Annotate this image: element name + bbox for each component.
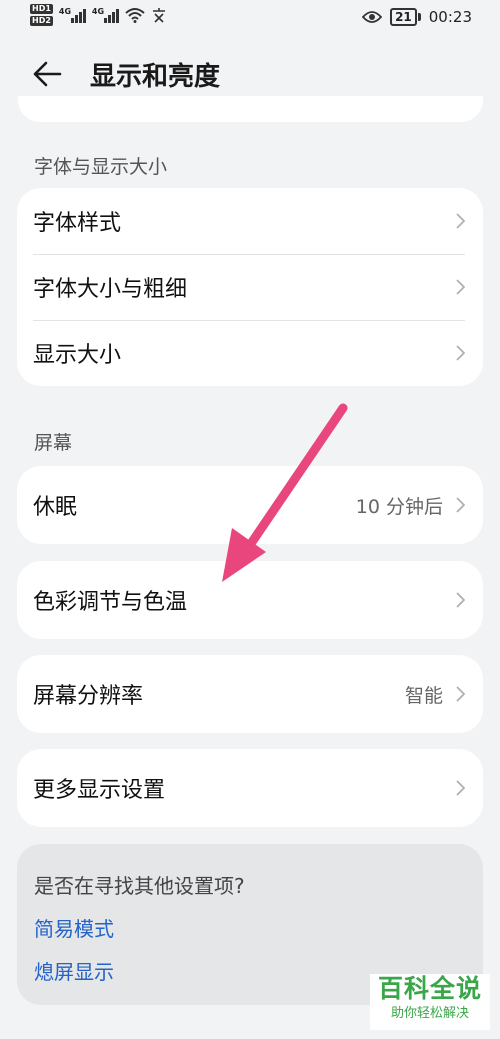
chevron-right-icon [456,592,465,608]
back-arrow-icon [33,61,62,87]
nfc-icon [152,8,165,23]
chevron-right-icon [456,497,465,513]
chevron-right-icon [456,345,465,361]
header: 显示和亮度 [0,50,500,98]
color-card: 色彩调节与色温 [17,561,483,639]
font-style-item[interactable]: 字体样式 [17,188,483,254]
easy-mode-link[interactable]: 简易模式 [34,913,466,942]
more-display-settings-label: 更多显示设置 [33,778,166,803]
network-label-1: 4G [58,7,72,16]
watermark-main: 百科全说 [377,974,482,1003]
suggestion-question: 是否在寻找其他设置项? [34,874,245,898]
resolution-item[interactable]: 屏幕分辨率 智能 [17,655,483,733]
watermark-logo: 百科全说 助你轻松解决 [370,974,490,1030]
section-label-screen: 屏幕 [34,432,73,454]
font-card: 字体样式 字体大小与粗细 显示大小 [17,188,483,386]
sleep-item[interactable]: 休眠 10 分钟后 [17,466,483,544]
page-title: 显示和亮度 [90,62,221,92]
scrolled-card-edge [18,96,483,122]
display-size-item[interactable]: 显示大小 [17,320,483,386]
more-display-settings-item[interactable]: 更多显示设置 [17,749,483,827]
signal-icon-2: 4G [92,7,119,23]
network-label-2: 4G [91,7,105,16]
section-label-font: 字体与显示大小 [34,156,168,178]
more-display-card: 更多显示设置 [17,749,483,827]
status-bar: HD1 HD2 4G 4G 21 00:23 [0,0,500,36]
font-style-label: 字体样式 [33,211,122,236]
clock: 00:23 [428,8,472,26]
color-temperature-label: 色彩调节与色温 [33,590,188,615]
chevron-right-icon [456,279,465,295]
battery-icon: 21 [390,8,421,26]
battery-level: 21 [390,8,417,26]
resolution-label: 屏幕分辨率 [33,684,144,709]
font-size-weight-label: 字体大小与粗细 [33,277,188,302]
wifi-icon [125,8,145,23]
chevron-right-icon [456,686,465,702]
chevron-right-icon [456,213,465,229]
resolution-value: 智能 [404,684,443,707]
watermark-sub: 助你轻松解决 [390,1006,469,1021]
font-size-weight-item[interactable]: 字体大小与粗细 [17,254,483,320]
display-size-label: 显示大小 [33,343,122,368]
hd1-badge: HD1 [30,4,53,14]
resolution-card: 屏幕分辨率 智能 [17,655,483,733]
eye-comfort-icon [362,11,383,23]
sleep-value: 10 分钟后 [355,495,443,518]
status-right: 21 00:23 [362,8,472,26]
back-button[interactable] [30,56,70,92]
color-temperature-item[interactable]: 色彩调节与色温 [17,561,483,639]
signal-icon-1: 4G [59,7,86,23]
hd2-badge: HD2 [30,16,53,26]
status-left: HD1 HD2 4G 4G [30,4,167,26]
sleep-label: 休眠 [33,495,78,520]
chevron-right-icon [456,780,465,796]
hd-badges: HD1 HD2 [30,4,53,26]
sleep-card: 休眠 10 分钟后 [17,466,483,544]
